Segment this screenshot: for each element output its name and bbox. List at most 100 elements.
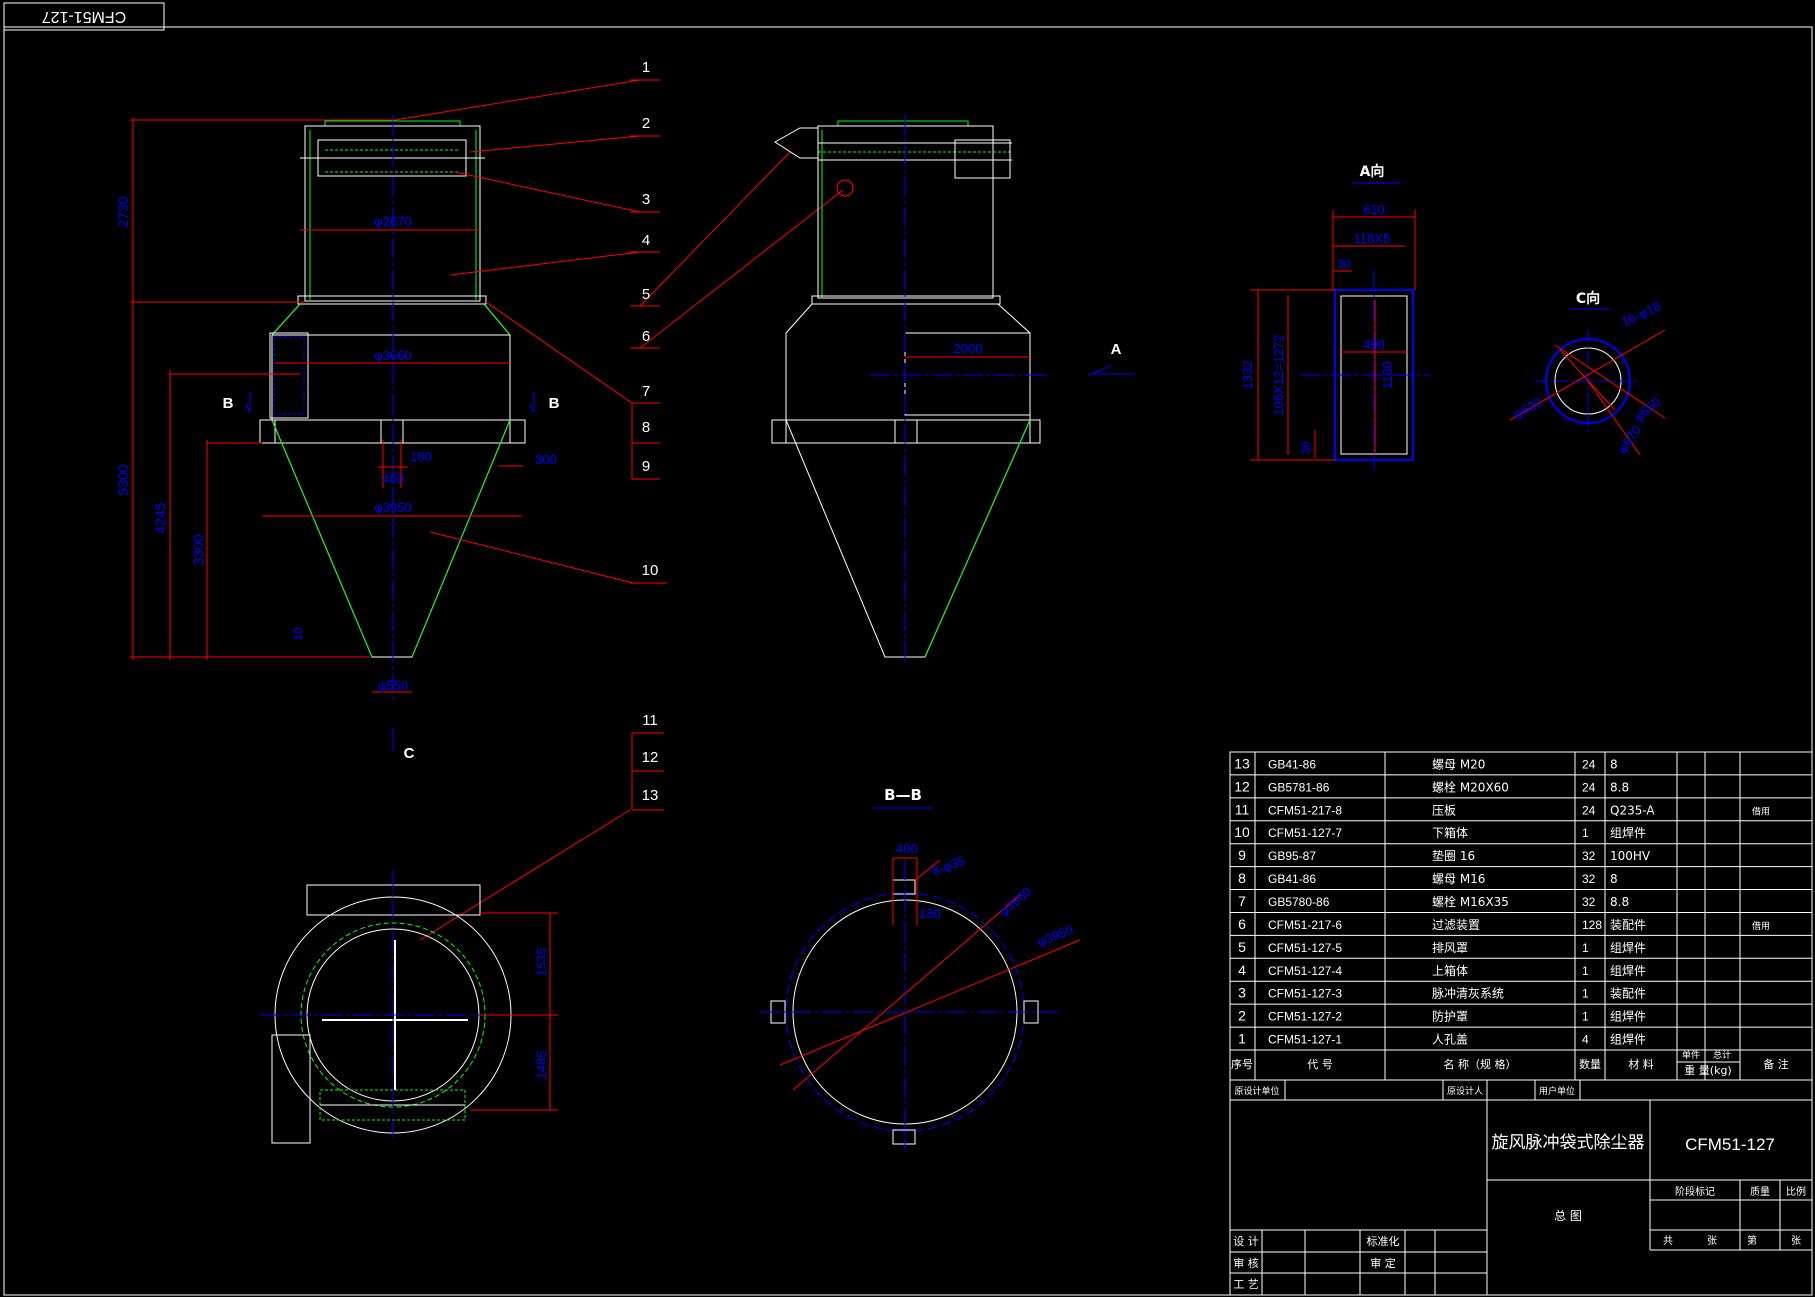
view-a-dim-118x5: 118X5 bbox=[1354, 231, 1391, 246]
tb-scale: 比例 bbox=[1786, 1185, 1806, 1198]
bom-cell-name: 下箱体 bbox=[1432, 825, 1468, 840]
bom-cell-qty: 1 bbox=[1582, 826, 1589, 840]
bom-cell-code: GB41-86 bbox=[1268, 872, 1316, 886]
leader-12: 12 bbox=[642, 749, 659, 766]
bom-cell-no: 6 bbox=[1238, 916, 1246, 932]
tb-weight: 质量 bbox=[1750, 1186, 1770, 1198]
bb-dim-180: 180 bbox=[919, 906, 941, 921]
tb-standard: 标准化 bbox=[1367, 1234, 1400, 1248]
bom-cell-code: CFM51-127-1 bbox=[1268, 1033, 1342, 1047]
view-a-dim-490: 490 bbox=[1363, 337, 1385, 352]
bom-cell-code: GB95-87 bbox=[1268, 849, 1316, 863]
dim-d550: φ550 bbox=[378, 678, 408, 693]
bom-cell-code: CFM51-127-2 bbox=[1268, 1010, 1342, 1024]
view-a-dim-1332: 1332 bbox=[1240, 361, 1255, 390]
bom-cell-code: GB41-86 bbox=[1268, 757, 1316, 771]
dim-3300: 3300 bbox=[190, 534, 206, 565]
bom-cell-mat: 组焊件 bbox=[1610, 940, 1646, 955]
bom-cell-no: 11 bbox=[1235, 801, 1250, 817]
bom-cell-mat: 装配件 bbox=[1610, 918, 1646, 932]
leader-10: 10 bbox=[642, 562, 659, 579]
bom-cell-mat: 装配件 bbox=[1610, 987, 1646, 1001]
bom-cell-name: 脉冲清灰系统 bbox=[1432, 986, 1504, 1001]
bom-cell-code: CFM51-217-8 bbox=[1268, 803, 1342, 817]
bom-cell-no: 12 bbox=[1234, 778, 1250, 794]
view-a-dim-1272: 106X12=1272 bbox=[1271, 334, 1286, 415]
bb-dim-d3950: φ3950 bbox=[1035, 922, 1075, 950]
bom-cell-mat: 8.8 bbox=[1610, 780, 1629, 794]
bom-cell-qty: 1 bbox=[1582, 1010, 1589, 1024]
bom-cell-code: GB5780-86 bbox=[1268, 895, 1330, 909]
bom-header-qty: 数量 bbox=[1579, 1058, 1601, 1071]
drawing-sheet: CFM51-127 2730 5300 4245 3300 10 φ2670 φ… bbox=[3, 2, 1813, 1296]
bom-cell-code: CFM51-127-4 bbox=[1268, 964, 1342, 978]
bom-header-name: 名 称（规 格） bbox=[1444, 1057, 1517, 1071]
bom-cell-mat: 组焊件 bbox=[1610, 963, 1646, 978]
bom-cell-qty: 1 bbox=[1582, 964, 1589, 978]
bom-cell-code: CFM51-127-7 bbox=[1268, 826, 1342, 840]
bom-cell-no: 9 bbox=[1238, 847, 1246, 863]
tb-orig-design-unit: 原设计单位 bbox=[1234, 1085, 1279, 1097]
dim-5300: 5300 bbox=[115, 464, 131, 495]
bom-cell-mat: 8 bbox=[1610, 757, 1618, 771]
bom-cell-name: 过滤装置 bbox=[1432, 918, 1480, 932]
dim-2730: 2730 bbox=[115, 196, 131, 227]
side-dim-2000: 2000 bbox=[954, 341, 983, 356]
bom-cell-name: 螺母 M16 bbox=[1432, 872, 1485, 886]
view-a-dim-1180: 1180 bbox=[1380, 361, 1395, 389]
bom-cell-name: 压板 bbox=[1432, 803, 1456, 817]
view-c-d670: φ670 bbox=[1615, 423, 1645, 456]
view-c-holes: 16-φ18 bbox=[1619, 298, 1663, 329]
bom-header-mat: 材 料 bbox=[1628, 1057, 1654, 1071]
bom-header-unit: 单件 bbox=[1682, 1049, 1700, 1061]
dim-4245: 4245 bbox=[152, 502, 168, 533]
bom-cell-name: 螺栓 M16X35 bbox=[1432, 894, 1509, 909]
bom-cell-qty: 32 bbox=[1582, 872, 1596, 886]
bom-cell-qty: 32 bbox=[1582, 895, 1596, 909]
bom-cell-note: 借用 bbox=[1752, 920, 1770, 932]
leader-3: 3 bbox=[642, 191, 650, 208]
dim-480: 480 bbox=[382, 471, 404, 486]
bom-cell-no: 5 bbox=[1238, 939, 1246, 955]
plan-dim-1535: 1535 bbox=[534, 948, 549, 977]
tb-process: 工 艺 bbox=[1233, 1278, 1259, 1291]
bom-cell-name: 螺母 M20 bbox=[1432, 757, 1485, 771]
section-marker-b-right: B bbox=[549, 395, 560, 412]
bom-header-total: 总计 bbox=[1713, 1049, 1731, 1061]
bom-cell-no: 8 bbox=[1238, 870, 1246, 886]
bom-header-note: 备 注 bbox=[1763, 1057, 1789, 1071]
tb-product-name: 旋风脉冲袋式除尘器 bbox=[1492, 1133, 1645, 1153]
leader-5: 5 bbox=[642, 286, 650, 303]
title-block bbox=[1229, 1079, 1813, 1296]
view-c: C向 16-φ18 φ620 φ650 φ670 bbox=[1509, 290, 1666, 456]
bom-header-no: 序号 bbox=[1231, 1057, 1253, 1071]
bom-cell-name: 上箱体 bbox=[1432, 963, 1468, 978]
tb-approve: 审 定 bbox=[1370, 1256, 1396, 1270]
plan-dim-1485: 1485 bbox=[534, 1051, 549, 1080]
bom-cell-mat: 8.8 bbox=[1610, 895, 1629, 909]
tb-design: 设 计 bbox=[1233, 1235, 1259, 1248]
bom-cell-no: 1 bbox=[1238, 1031, 1246, 1047]
front-view: 2730 5300 4245 3300 10 φ2670 φ3660 φ3950… bbox=[115, 115, 560, 762]
leader-9: 9 bbox=[642, 458, 650, 475]
tb-stage: 阶段标记 bbox=[1675, 1185, 1715, 1198]
tb-sheet-no: 第 bbox=[1747, 1234, 1757, 1247]
bom-cell-mat: 组焊件 bbox=[1610, 1032, 1646, 1047]
view-c-title: C向 bbox=[1576, 290, 1600, 307]
view-marker-c: C bbox=[404, 745, 415, 762]
bom-cell-no: 13 bbox=[1234, 755, 1250, 771]
dim-180: 180 bbox=[410, 449, 432, 464]
tb-orig-designer: 原设计人 bbox=[1447, 1085, 1483, 1097]
bom-cell-mat: 组焊件 bbox=[1610, 825, 1646, 840]
bom-header-code: 代 号 bbox=[1307, 1058, 1333, 1071]
leader-numbers: 1 2 3 4 5 6 7 8 9 10 11 12 13 bbox=[642, 59, 659, 804]
tb-sheets-label: 张 bbox=[1707, 1235, 1717, 1247]
dim-300: 300 bbox=[535, 452, 557, 467]
leader-2: 2 bbox=[642, 115, 650, 132]
tb-drawing-name: 总 图 bbox=[1554, 1209, 1582, 1223]
bb-dim-d3660: φ3660 bbox=[996, 884, 1034, 920]
bom-cell-qty: 24 bbox=[1582, 757, 1596, 771]
bom-cell-mat: Q235-A bbox=[1610, 803, 1655, 817]
leader-1: 1 bbox=[642, 59, 650, 76]
tb-sheet-label: 张 bbox=[1791, 1235, 1801, 1247]
